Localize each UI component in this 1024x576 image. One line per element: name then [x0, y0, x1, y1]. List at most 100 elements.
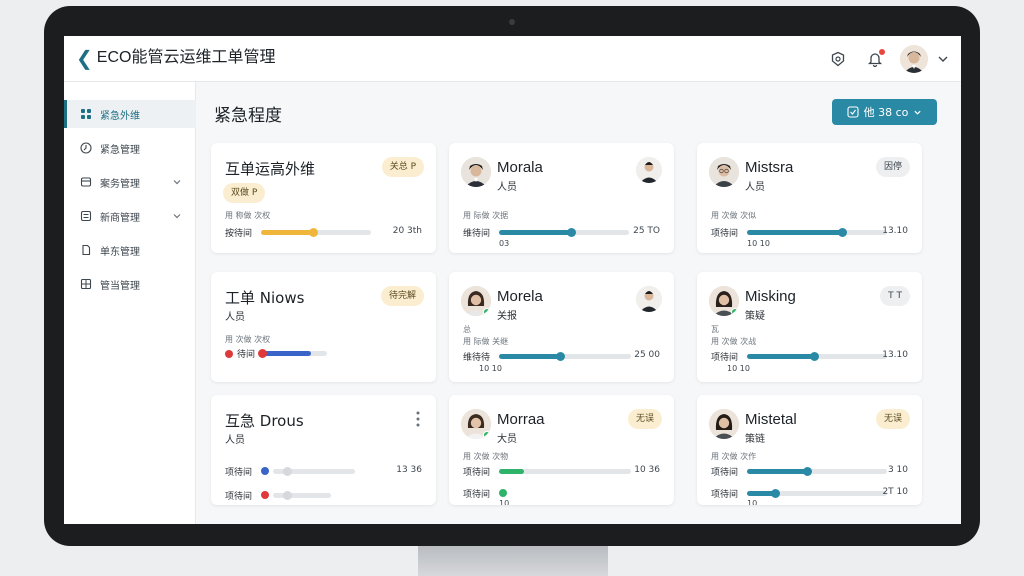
progress-bar	[273, 491, 331, 500]
webcam	[509, 19, 515, 25]
card-meta: 用 称做 次权	[225, 211, 271, 220]
row-value: 20 3th	[392, 226, 422, 236]
more-menu-icon[interactable]	[416, 411, 420, 427]
bell-icon[interactable]	[865, 49, 885, 69]
assignee-name: Morela	[497, 288, 543, 305]
progress-bar	[258, 349, 327, 358]
filter-icon	[847, 106, 859, 118]
status-badge: 因停	[875, 157, 910, 177]
ticket-card[interactable]: Morala 人员 用 际做 次据 维待间 25 TO 03	[449, 143, 674, 253]
page-title: 紧急程度	[214, 106, 282, 126]
brand[interactable]: ❮ ECO能管云运维工单管理	[76, 47, 275, 69]
row-value: 13 36	[396, 465, 422, 475]
ticket-card[interactable]: 互单运高外维 关总 P 双做 P 用 称做 次权 按待间 20 3th	[211, 143, 436, 253]
assignee-name: Morala	[497, 159, 543, 176]
settings-shield-icon[interactable]	[828, 49, 848, 69]
notification-dot	[879, 49, 885, 55]
row-value: 25 00	[634, 350, 660, 360]
progress-fill	[261, 351, 311, 356]
card-title: 工单 Niows	[225, 289, 305, 307]
assignee-role: 大员	[497, 434, 517, 445]
avatar	[636, 157, 662, 183]
progress-bar	[499, 469, 631, 474]
row-label: 项待间	[463, 490, 491, 500]
progress-bar	[273, 467, 355, 476]
sidebar-item-case-management[interactable]: 案务管理	[64, 168, 196, 196]
ticket-card[interactable]: Mistsra 人员 因停 用 次做 次似 项待间 13.10 10 10	[697, 143, 922, 253]
row-subvalue: 10 10	[479, 364, 502, 373]
ticket-card[interactable]: 互急 Drous 人员 项待间 13 36 项待间	[211, 395, 436, 505]
status-dot-blue	[261, 467, 269, 475]
sidebar-item-order-management[interactable]: 单东管理	[64, 236, 196, 264]
chevron-down-icon[interactable]	[172, 211, 182, 221]
user-avatar[interactable]	[900, 45, 928, 73]
sidebar-item-urgent-management[interactable]: 紧急管理	[64, 134, 196, 162]
progress-knob	[838, 228, 848, 237]
ticket-card[interactable]: Morraa 大员 无误 用 次做 次物 项待间 10 36 项待间 10	[449, 395, 674, 505]
card-subtitle: 人员	[225, 312, 245, 323]
progress-knob	[810, 352, 820, 361]
app-title: ECO能管云运维工单管理	[96, 49, 276, 66]
progress-fill	[499, 469, 525, 474]
assignee-name: Morraa	[497, 411, 545, 428]
assignee-role: 关报	[497, 311, 517, 322]
row-value: 13.10	[882, 226, 908, 236]
row-label: 项待间	[711, 490, 739, 500]
avatar	[709, 157, 739, 187]
chevron-down-icon[interactable]	[936, 51, 950, 65]
box-icon	[80, 176, 92, 188]
card-meta: 用 际做 次据	[463, 211, 509, 220]
row-value: 10 36	[634, 465, 660, 475]
row-label: 维待间	[463, 229, 491, 239]
card-meta-note: 总	[463, 325, 471, 334]
sidebar-item-label: 新商管理	[100, 212, 140, 224]
filter-button-label: 他 38 co	[863, 106, 909, 119]
progress-fill	[747, 230, 843, 235]
progress-knob	[555, 352, 565, 361]
chevron-down-icon[interactable]	[172, 177, 182, 187]
progress-fill	[747, 469, 808, 474]
sidebar-item-admin-management[interactable]: 管当管理	[64, 270, 196, 298]
assignee-name: Mistetal	[745, 411, 797, 428]
progress-knob	[283, 491, 292, 500]
progress-fill	[261, 230, 313, 235]
sidebar-item-new-management[interactable]: 新商管理	[64, 202, 196, 230]
progress-fill	[747, 354, 815, 359]
ticket-card[interactable]: Misking 策疑 T T 瓦 用 次做 次战 项待间 13.10 10 10	[697, 272, 922, 382]
status-dot-red	[261, 491, 269, 499]
row-label: 按待间	[225, 229, 253, 239]
ticket-card[interactable]: 工单 Niows 人员 待完解 用 次做 次权 待间	[211, 272, 436, 382]
app-screen: ❮ ECO能管云运维工单管理 紧急外维 紧急管理 案务管理 新商管理 单东管理 …	[64, 36, 961, 524]
avatar	[461, 286, 491, 316]
progress-bar	[747, 228, 887, 237]
row-value: 2T 10	[882, 487, 908, 497]
ticket-card[interactable]: Morela 关报 总 用 际做 关继 维待待 25 00 10 10	[449, 272, 674, 382]
monitor-stand	[418, 546, 608, 576]
row-value: 3 10	[887, 465, 908, 475]
card-meta-note: 瓦	[711, 325, 719, 334]
card-meta: 用 次做 次似	[711, 211, 757, 220]
card-title: 互急 Drous	[225, 412, 304, 430]
row-label: 项待间	[711, 468, 739, 478]
back-chevron-icon[interactable]: ❮	[76, 47, 93, 69]
online-dot	[483, 431, 491, 439]
row-subvalue: 10	[499, 499, 510, 505]
progress-knob	[803, 467, 813, 476]
assignee-role: 策链	[745, 434, 765, 445]
ticket-card[interactable]: Mistetal 策链 无误 用 次做 次作 项待间 3 10 项待间 2T 1…	[697, 395, 922, 505]
sidebar-item-label: 单东管理	[100, 246, 140, 258]
status-badge: 无误	[875, 409, 910, 429]
sidebar-item-urgent-maintenance[interactable]: 紧急外维	[64, 100, 196, 128]
grid-icon	[80, 108, 92, 120]
avatar	[461, 157, 491, 187]
progress-bar	[747, 352, 887, 361]
row-label: 项待间	[463, 468, 491, 478]
row-label: 项待间	[711, 353, 739, 363]
progress-bar	[747, 489, 887, 498]
filter-dropdown-button[interactable]: 他 38 co	[832, 99, 937, 125]
progress-bar	[499, 228, 629, 237]
progress-knob	[258, 349, 267, 358]
card-meta: 用 次做 次权	[225, 335, 271, 344]
progress-knob	[771, 489, 780, 498]
progress-bar	[261, 228, 371, 237]
